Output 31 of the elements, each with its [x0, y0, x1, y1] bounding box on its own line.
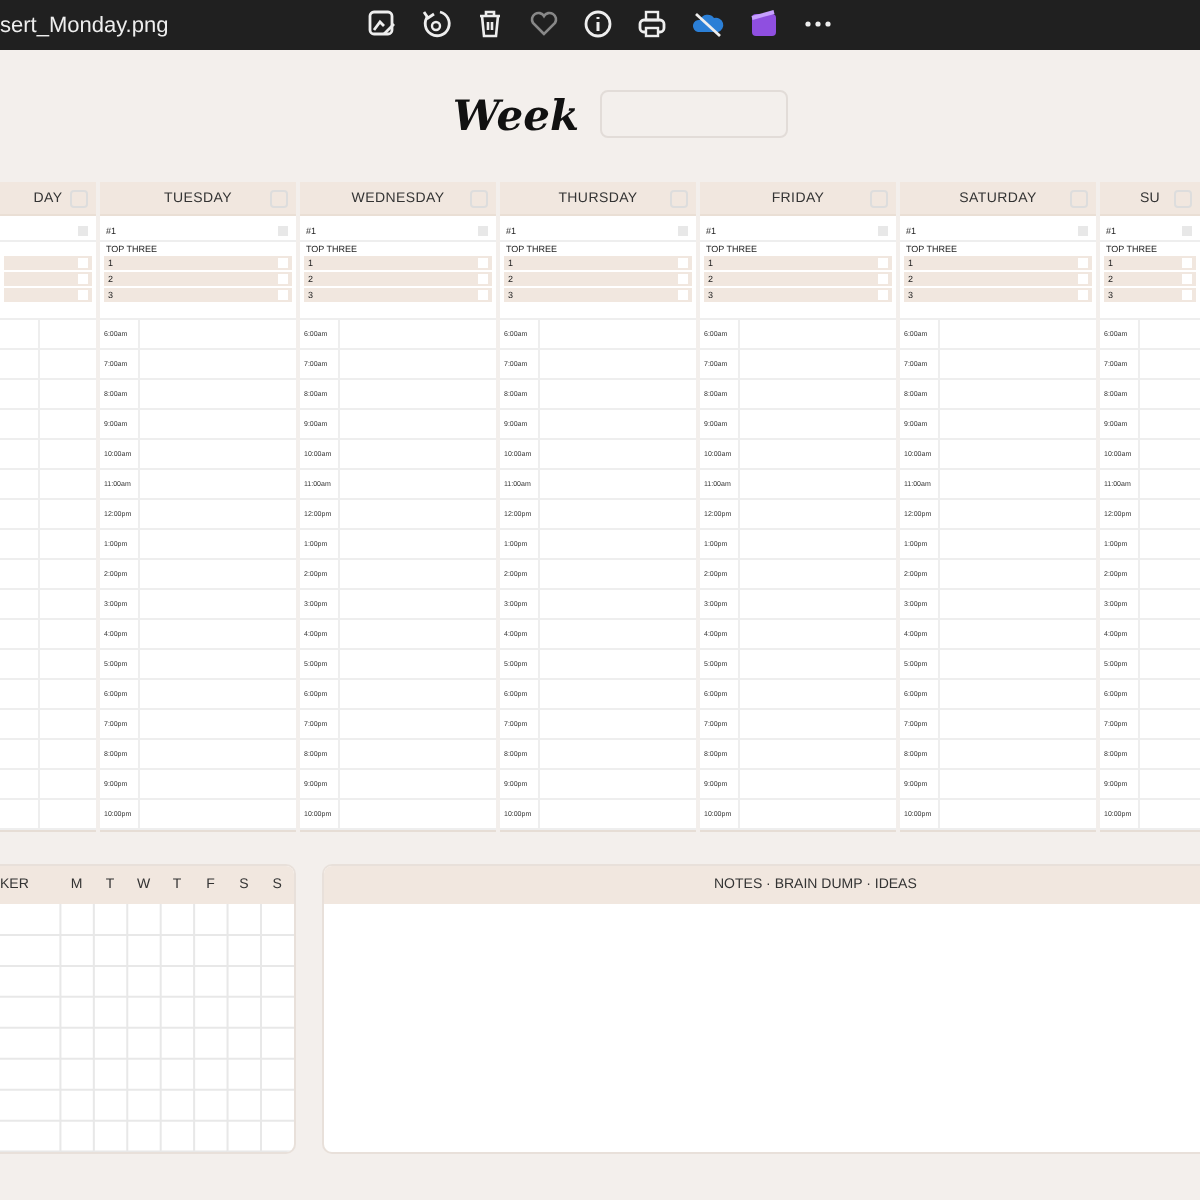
task-checkbox[interactable]: [1182, 258, 1192, 268]
info-icon[interactable]: [582, 8, 614, 40]
task-checkbox[interactable]: [278, 258, 288, 268]
task-checkbox[interactable]: [678, 258, 688, 268]
task-checkbox[interactable]: [1182, 274, 1192, 284]
task-checkbox[interactable]: [678, 290, 688, 300]
heart-icon[interactable]: [528, 8, 560, 40]
cloud-off-icon[interactable]: [690, 8, 726, 40]
video-editor-icon[interactable]: [748, 8, 780, 40]
task-checkbox[interactable]: [1078, 258, 1088, 268]
task-checkbox[interactable]: [278, 290, 288, 300]
week-title: Week: [452, 89, 580, 139]
delete-icon[interactable]: [474, 8, 506, 40]
task-checkbox[interactable]: [278, 274, 288, 284]
task-checkbox[interactable]: [1182, 290, 1192, 300]
task-checkbox[interactable]: [1078, 290, 1088, 300]
task-checkbox[interactable]: [878, 274, 888, 284]
task-checkbox[interactable]: [678, 274, 688, 284]
file-name: sert_Monday.png: [0, 13, 169, 37]
rotate-icon[interactable]: [420, 8, 452, 40]
task-checkbox[interactable]: [1078, 274, 1088, 284]
task-checkbox[interactable]: [878, 258, 888, 268]
task-checkbox[interactable]: [78, 290, 88, 300]
task-checkbox[interactable]: [478, 258, 488, 268]
task-checkbox[interactable]: [78, 274, 88, 284]
task-checkbox[interactable]: [78, 258, 88, 268]
print-icon[interactable]: [636, 8, 668, 40]
edit-image-icon[interactable]: [366, 8, 398, 40]
task-checkbox[interactable]: [478, 290, 488, 300]
task-checkbox[interactable]: [478, 274, 488, 284]
task-checkbox[interactable]: [878, 290, 888, 300]
